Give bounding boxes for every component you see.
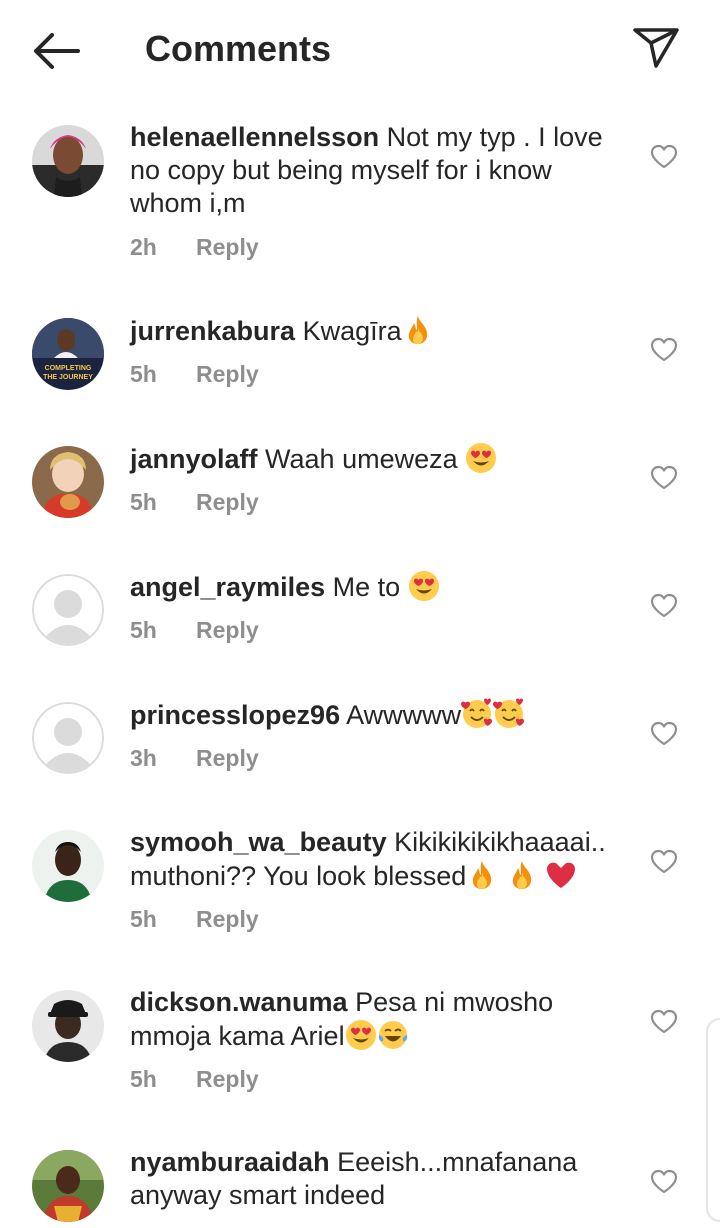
- tears-of-joy-emoji-icon: [377, 1019, 409, 1051]
- heart-outline-icon: [650, 1009, 678, 1034]
- comment-username[interactable]: nyamburaaidah: [130, 1147, 330, 1177]
- fire-emoji-icon: [506, 859, 538, 891]
- arrow-left-icon: [34, 33, 80, 69]
- smiling-hearts-emoji-icon: [461, 698, 494, 730]
- comment-body: mmoja kama Ariel: [130, 1021, 345, 1051]
- reply-button[interactable]: Reply: [196, 489, 259, 515]
- avatar[interactable]: COMPLETING THE JOURNEY: [32, 318, 104, 390]
- avatar-caption: COMPLETING: [45, 365, 92, 372]
- reply-button[interactable]: Reply: [196, 906, 259, 932]
- paper-plane-icon: [633, 28, 679, 68]
- reply-button[interactable]: Reply: [196, 745, 259, 771]
- comment-body: whom i,m: [130, 188, 246, 218]
- avatar[interactable]: [32, 990, 104, 1062]
- heart-eyes-emoji-icon: [465, 442, 497, 474]
- comment-text: jannyolaff Waah umeweza: [130, 442, 620, 476]
- comment-meta: 3h Reply: [130, 743, 259, 773]
- comment-text: jurrenkabura Kwagīra: [130, 314, 620, 348]
- reply-button[interactable]: Reply: [196, 361, 259, 387]
- avatar[interactable]: [32, 446, 104, 518]
- page-title: Comments: [145, 28, 332, 69]
- like-button[interactable]: [650, 465, 678, 491]
- avatar-caption: THE JOURNEY: [43, 374, 93, 381]
- comment-meta: 5h Reply: [130, 1064, 259, 1094]
- comment-meta: 5h Reply: [130, 487, 259, 517]
- like-button[interactable]: [650, 337, 678, 363]
- like-button[interactable]: [650, 144, 678, 170]
- comment-time: 5h: [130, 1066, 157, 1092]
- header-bar: Comments: [0, 0, 720, 100]
- like-button[interactable]: [650, 593, 678, 619]
- comment-text: symooh_wa_beauty Kikikikikikhaaaai.. mut…: [130, 826, 620, 893]
- heart-outline-icon: [650, 721, 678, 746]
- comment-username[interactable]: helenaellennelsson: [130, 122, 379, 152]
- comment-body: Awwwww: [346, 700, 462, 730]
- comment-time: 5h: [130, 489, 157, 515]
- comment-body: Not my typ . I love: [386, 122, 603, 152]
- reply-button[interactable]: Reply: [196, 617, 259, 643]
- heart-outline-icon: [650, 465, 678, 490]
- comment-username[interactable]: dickson.wanuma: [130, 987, 348, 1017]
- comment-meta: 5h Reply: [130, 904, 259, 934]
- heart-outline-icon: [650, 337, 678, 362]
- heart-outline-icon: [650, 593, 678, 618]
- like-button[interactable]: [650, 721, 678, 747]
- heart-eyes-emoji-icon: [345, 1019, 377, 1051]
- comment-body: Kikikikikikhaaaai..: [394, 827, 606, 857]
- avatar[interactable]: [32, 830, 104, 902]
- comment-body: anyway smart indeed: [130, 1180, 386, 1210]
- smiling-hearts-emoji-icon: [493, 698, 526, 730]
- fire-emoji-icon: [466, 859, 498, 891]
- comment-body: Waah umeweza: [265, 444, 458, 474]
- comment-meta: 2h Reply: [130, 232, 259, 262]
- comment-time: 2h: [130, 234, 157, 260]
- red-heart-emoji-icon: [545, 859, 577, 891]
- fire-emoji-icon: [402, 314, 434, 346]
- comment-meta: 5h Reply: [130, 615, 259, 645]
- like-button[interactable]: [650, 849, 678, 875]
- reply-button[interactable]: Reply: [196, 1066, 259, 1092]
- comment-body: Me to: [332, 572, 401, 602]
- comment-text: nyamburaaidah Eeeish...mnafanana anyway …: [130, 1146, 620, 1212]
- comment-body: Kwagīra: [302, 316, 402, 346]
- comment-text: princesslopez96 Awwwww: [130, 698, 620, 732]
- heart-eyes-emoji-icon: [408, 570, 440, 602]
- comment-username[interactable]: jannyolaff: [130, 444, 258, 474]
- comment-username[interactable]: angel_raymiles: [130, 572, 325, 602]
- comment-body: Pesa ni mwosho: [355, 987, 554, 1017]
- like-button[interactable]: [650, 1009, 678, 1035]
- like-button[interactable]: [650, 1169, 678, 1195]
- comment-username[interactable]: jurrenkabura: [130, 316, 295, 346]
- comment-time: 5h: [130, 617, 157, 643]
- comment-meta: 5h Reply: [130, 359, 259, 389]
- share-button[interactable]: [630, 24, 682, 72]
- comment-body: muthoni?? You look blessed: [130, 861, 467, 891]
- heart-outline-icon: [650, 849, 678, 874]
- edge-panel-handle[interactable]: [706, 1018, 720, 1222]
- avatar[interactable]: [32, 1150, 104, 1222]
- avatar-placeholder[interactable]: [32, 574, 104, 646]
- comment-text: helenaellennelsson Not my typ . I love n…: [130, 121, 620, 220]
- comment-body: Eeeish...mnafanana: [337, 1147, 578, 1177]
- back-button[interactable]: [30, 28, 82, 74]
- comment-text: dickson.wanuma Pesa ni mwosho mmoja kama…: [130, 986, 620, 1053]
- avatar[interactable]: [32, 125, 104, 197]
- comment-username[interactable]: princesslopez96: [130, 700, 340, 730]
- comment-body: no copy but being myself for i know: [130, 155, 552, 185]
- comment-time: 5h: [130, 361, 157, 387]
- heart-outline-icon: [650, 144, 678, 169]
- comment-username[interactable]: symooh_wa_beauty: [130, 827, 387, 857]
- reply-button[interactable]: Reply: [196, 234, 259, 260]
- heart-outline-icon: [650, 1169, 678, 1194]
- avatar-placeholder[interactable]: [32, 702, 104, 774]
- comment-time: 3h: [130, 745, 157, 771]
- comment-text: angel_raymiles Me to: [130, 570, 620, 604]
- comment-time: 5h: [130, 906, 157, 932]
